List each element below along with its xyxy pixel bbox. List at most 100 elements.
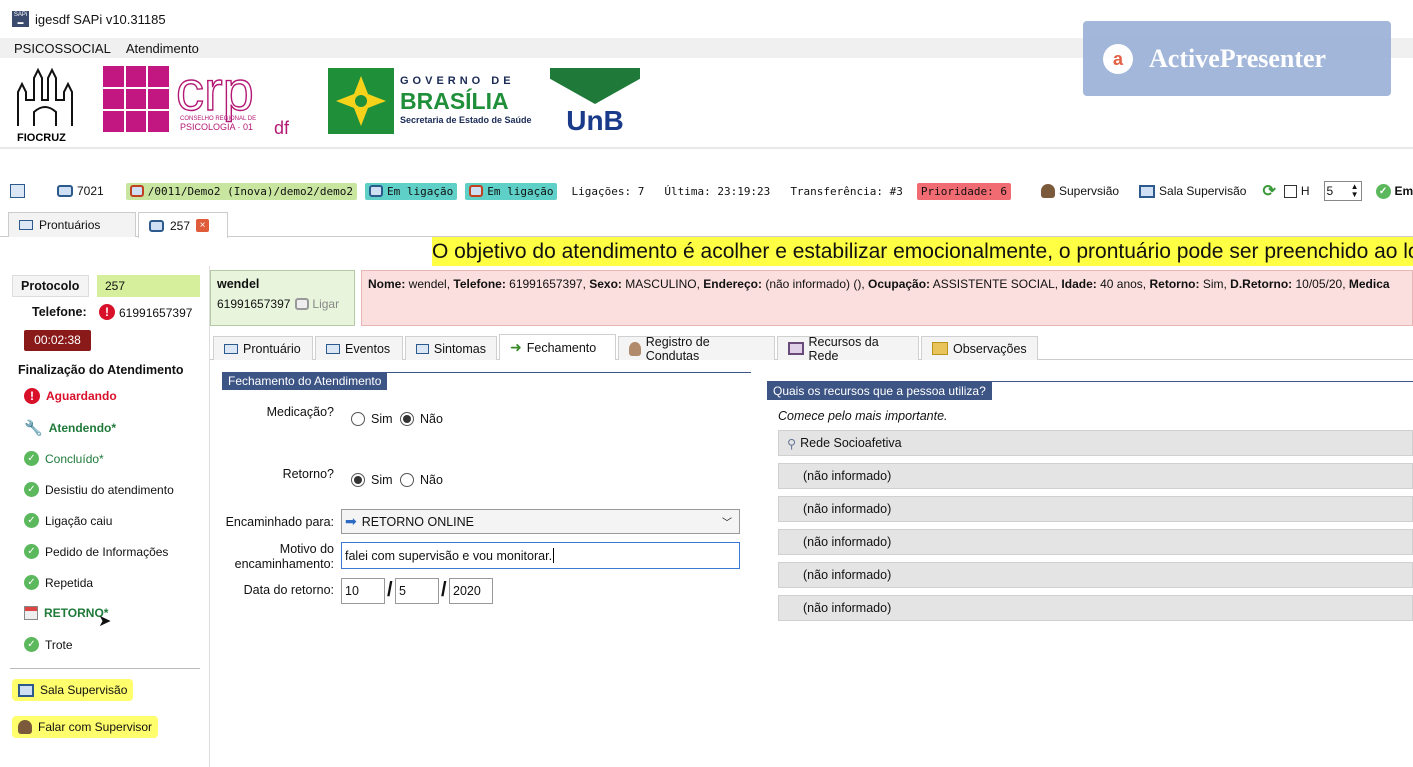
tab-prontuarios[interactable]: Prontuários: [8, 212, 136, 237]
check-icon: ✓: [1375, 183, 1391, 199]
day-input[interactable]: 10: [341, 578, 385, 604]
recurso-item[interactable]: ⚲ Rede Socioafetiva: [778, 430, 1413, 456]
call-phone-icon: [369, 185, 384, 197]
exit-arrow-icon: ➜: [510, 339, 522, 355]
folder-icon: [932, 342, 948, 355]
protocolo-label: Protocolo: [12, 275, 89, 297]
svg-text:crp: crp: [176, 64, 254, 122]
wrench-icon: 🔧: [24, 420, 43, 437]
encaminhado-select[interactable]: ➡ RETORNO ONLINE ﹀: [341, 509, 740, 534]
calendar-icon: [24, 606, 38, 620]
falar-supervisor-button[interactable]: Falar com Supervisor: [12, 716, 159, 738]
ligacoes-count: Ligações: 7: [571, 184, 645, 198]
supervisor-icon: [18, 720, 32, 734]
h-checkbox[interactable]: H: [1283, 184, 1310, 198]
retorno-sim[interactable]: Sim: [351, 473, 393, 487]
motivo-label: Motivo do encaminhamento:: [234, 542, 334, 571]
status-atendendo[interactable]: 🔧 Atendendo*: [24, 419, 116, 437]
activepresenter-text: ActivePresenter: [1149, 43, 1327, 73]
status-concluido[interactable]: ✓ Concluído*: [24, 451, 104, 466]
alert-icon: !: [99, 304, 115, 320]
year-input[interactable]: 2020: [449, 578, 493, 604]
check-icon: ✓: [24, 513, 39, 528]
ligar-button[interactable]: Ligar: [295, 297, 339, 311]
mouse-cursor-icon: ➤: [98, 613, 112, 630]
protocolo-value: 257: [97, 275, 200, 297]
record-tabs: Prontuário Eventos Sintomas ➜ Fechamento …: [210, 334, 1413, 363]
status-retorno[interactable]: RETORNO*: [24, 606, 108, 620]
recurso-item[interactable]: (não informado): [778, 463, 1413, 489]
tab-257[interactable]: 257 ×: [138, 212, 228, 238]
radio-button: [351, 473, 365, 487]
text-caret: [553, 548, 555, 563]
tab-prontuario[interactable]: Prontuário: [213, 336, 313, 360]
check-icon: ✓: [24, 575, 39, 590]
medicacao-sim[interactable]: Sim: [351, 412, 393, 426]
recurso-item[interactable]: (não informado): [778, 529, 1413, 555]
status-desistiu[interactable]: ✓ Desistiu do atendimento: [24, 482, 174, 497]
em-status: ✓Em s: [1375, 183, 1413, 199]
status-ligacao-caiu[interactable]: ✓ Ligação caiu: [24, 513, 112, 528]
activepresenter-icon: a: [1103, 43, 1133, 74]
extension-display: 7021: [57, 184, 104, 198]
tab-recursos-rede[interactable]: Recursos da Rede: [777, 335, 919, 363]
network-icon: ⚲: [787, 436, 797, 451]
motivo-input[interactable]: falei com supervisão e vou monitorar.: [341, 542, 740, 569]
month-input[interactable]: 5: [395, 578, 439, 604]
spinner-input[interactable]: 5 ▲ ▼: [1323, 181, 1362, 201]
recurso-item[interactable]: (não informado): [778, 562, 1413, 588]
date-separator: /: [387, 579, 393, 601]
tab-fechamento[interactable]: ➜ Fechamento: [499, 334, 616, 360]
check-icon: ✓: [24, 451, 39, 466]
gov-line1: GOVERNO DE: [400, 75, 515, 87]
fiocruz-logo: FIOCRUZ: [17, 67, 73, 144]
caller-name: wendel: [217, 277, 260, 291]
supervisao-button[interactable]: Supervsião: [1041, 184, 1119, 198]
unb-text: UnB: [566, 105, 624, 136]
tab-eventos[interactable]: Eventos: [315, 336, 403, 360]
tab-observacoes[interactable]: Observações: [921, 336, 1038, 360]
gdf-emblem: [328, 68, 394, 134]
refresh-icon[interactable]: ⟳: [1262, 181, 1275, 201]
sala-supervisao-button[interactable]: Sala Supervisão: [1139, 184, 1246, 198]
list-icon: [416, 343, 429, 354]
sala-supervisao-sidebar-button[interactable]: Sala Supervisão: [12, 679, 134, 701]
menu-psicossocial[interactable]: PSICOSSOCIAL: [14, 41, 111, 56]
status-pedido-informacoes[interactable]: ✓ Pedido de Informações: [24, 544, 168, 559]
phone-icon: [149, 219, 164, 232]
list-icon: [224, 343, 238, 354]
back-icon[interactable]: [10, 184, 25, 198]
list-icon: [326, 343, 340, 354]
arrow-right-icon: ➡: [345, 513, 357, 529]
caller-phone: 61991657397: [217, 297, 291, 311]
svg-text:df: df: [274, 118, 290, 138]
gov-line3: Secretaria de Estado de Saúde: [400, 115, 532, 125]
recurso-item[interactable]: (não informado): [778, 496, 1413, 522]
list-icon: [19, 220, 33, 230]
call-status-1: Em ligação: [365, 182, 458, 200]
header-divider: [0, 147, 1413, 149]
status-repetida[interactable]: ✓ Repetida: [24, 575, 93, 590]
status-aguardando[interactable]: ! Aguardando: [24, 388, 117, 404]
radio-button: [400, 473, 414, 487]
check-icon: ✓: [24, 637, 39, 652]
activepresenter-watermark: a ActivePresenter: [1083, 21, 1391, 96]
fechamento-header: Fechamento do Atendimento: [222, 372, 388, 390]
alert-icon: !: [24, 388, 40, 404]
close-icon[interactable]: ×: [196, 219, 210, 232]
tab-registro-condutas[interactable]: Registro de Condutas: [618, 335, 775, 363]
phone-icon: [57, 185, 73, 197]
transferencia-count: Transferência: #3: [790, 184, 903, 198]
status-toolbar: 7021 /0011/Demo2 (Inova)/demo2/demo2 Em …: [0, 178, 1413, 204]
crp-grid-logo: [103, 66, 169, 132]
retorno-nao[interactable]: Não: [400, 473, 443, 487]
telefone-value: 61991657397: [119, 306, 193, 320]
recurso-item[interactable]: (não informado): [778, 595, 1413, 621]
radio-button: [400, 412, 414, 426]
person-icon: [629, 341, 641, 356]
status-trote[interactable]: ✓ Trote: [24, 637, 73, 652]
menu-atendimento[interactable]: Atendimento: [126, 41, 199, 56]
medicacao-nao[interactable]: Não: [400, 412, 443, 426]
tab-sintomas[interactable]: Sintomas: [405, 336, 497, 360]
call-phone-icon: [469, 185, 484, 197]
